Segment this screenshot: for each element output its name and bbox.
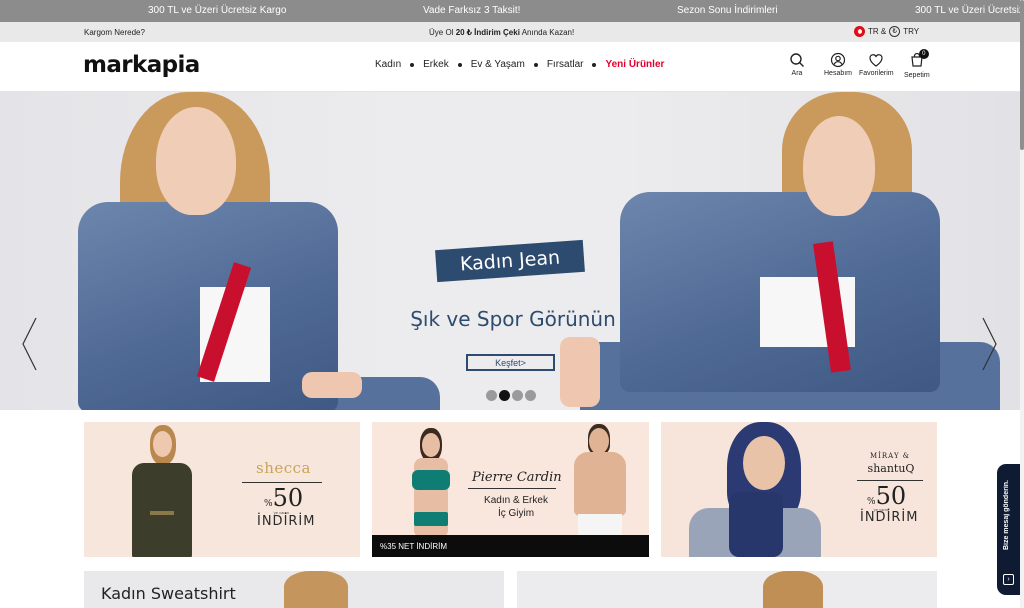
announcement-bar: 300 TL ve Üzeri Ücretsiz Kargo Vade Fark…: [0, 0, 1024, 22]
shecca-indirim-label: İNDİRİM: [257, 514, 316, 529]
miray-discount: %50: [867, 482, 906, 510]
slider-dot[interactable]: [525, 390, 536, 401]
sweatshirt-model-image: [284, 571, 348, 608]
feedback-label: Bize mesaj gönderin.: [1003, 480, 1010, 551]
miray-brand: MİRAY &: [869, 452, 911, 460]
slider-dot[interactable]: [486, 390, 497, 401]
favorites-button[interactable]: Favorilerim: [859, 52, 894, 77]
slider-pagination: [486, 390, 536, 401]
nav-item-firsatlar[interactable]: Fırsatlar: [547, 59, 584, 70]
hero-badge-text: Kadın Jean: [459, 246, 561, 276]
site-logo[interactable]: markapia: [83, 52, 200, 78]
lira-icon: ₺: [889, 26, 901, 37]
currency-label: TRY: [903, 27, 920, 36]
cart-count-badge: 0: [918, 49, 929, 59]
search-button[interactable]: Ara: [789, 52, 805, 77]
turkey-flag-icon: [854, 26, 865, 37]
divider: [468, 488, 556, 489]
cardin-discount-bar: %35 NET İNDİRİM: [372, 535, 649, 557]
hero-model-left-image: [70, 92, 450, 410]
nav-item-kadin[interactable]: Kadın: [375, 59, 401, 70]
slider-prev-arrow-icon[interactable]: [20, 316, 38, 372]
nav-separator: [410, 62, 415, 67]
shantuq-brand: shantuQ: [867, 462, 915, 475]
language-label: TR &: [868, 27, 887, 36]
pierre-cardin-promo-banner[interactable]: Pierre Cardin Kadın & Erkek İç Giyim %35…: [372, 422, 649, 557]
heart-icon: [869, 54, 883, 67]
nav-separator: [457, 62, 462, 67]
signup-promo[interactable]: Üye Ol 20 ₺ İndirim Çeki Anında Kazan!: [429, 28, 574, 37]
nav-item-ev-yasam[interactable]: Ev & Yaşam: [471, 59, 525, 70]
slider-dot[interactable]: [512, 390, 523, 401]
feedback-tab[interactable]: Bize mesaj gönderin. ›: [997, 464, 1020, 595]
miray-indirim-label: İNDİRİM: [860, 510, 919, 525]
shecca-discount-value: %: [264, 499, 273, 509]
search-label: Ara: [791, 70, 803, 77]
cardin-female-model-image: [400, 428, 462, 538]
miray-discount-value: %: [867, 497, 876, 507]
message-icon: ›: [1003, 574, 1014, 585]
miray-model-image: [689, 422, 821, 557]
language-currency-selector[interactable]: TR & ₺ TRY: [854, 26, 919, 37]
announcement-item: Sezon Sonu İndirimleri: [677, 5, 778, 16]
shecca-brand-logo: shecca: [256, 459, 311, 477]
favorites-label: Favorilerim: [859, 70, 894, 77]
slider-next-arrow-icon[interactable]: [981, 316, 999, 372]
hero-slider[interactable]: Kadın Jean Şık ve Spor Görünün Keşfet>: [0, 92, 1020, 410]
discount-number: 50: [272, 484, 304, 512]
page-scrollbar[interactable]: [1020, 0, 1024, 608]
divider: [242, 482, 322, 483]
utility-bar: Kargom Nerede? Üye Ol 20 ₺ İndirim Çeki …: [0, 22, 1020, 42]
pierre-cardin-logo: Pierre Cardin: [472, 470, 562, 485]
shecca-promo-banner[interactable]: shecca %50 'ye varan İNDİRİM: [84, 422, 360, 557]
cardin-male-model-image: [564, 424, 636, 540]
divider: [857, 480, 923, 481]
announcement-item: Vade Farksız 3 Taksit!: [423, 5, 521, 16]
cardin-line2: İç Giyim: [497, 508, 535, 519]
hero-model-right-image: [560, 92, 1000, 410]
site-header: markapia Kadın Erkek Ev & Yaşam Fırsatla…: [0, 42, 1020, 92]
cart-button[interactable]: 0 Sepetim: [904, 49, 930, 79]
nav-separator: [592, 62, 597, 67]
cart-label: Sepetim: [904, 72, 930, 79]
promo-prefix: Üye Ol: [429, 28, 454, 37]
discount-number: 50: [875, 482, 907, 510]
shecca-discount: %50: [264, 484, 303, 512]
category-card-right[interactable]: [517, 571, 937, 608]
shecca-model-image: [122, 425, 202, 557]
announcement-item: 300 TL ve Üzeri Ücretsiz Kargo: [148, 5, 287, 16]
track-order-link[interactable]: Kargom Nerede?: [84, 28, 145, 37]
slider-dot-active[interactable]: [499, 390, 510, 401]
account-button[interactable]: Hesabım: [824, 52, 852, 77]
cardin-description: Kadın & Erkek İç Giyim: [476, 494, 556, 520]
promo-suffix: Anında Kazan!: [521, 28, 575, 37]
cardin-line1: Kadın & Erkek: [484, 495, 548, 506]
search-icon: [790, 53, 804, 67]
explore-button[interactable]: Keşfet>: [466, 354, 555, 371]
promo-highlight: 20 ₺ İndirim Çeki: [455, 28, 520, 37]
category-model-image: [763, 571, 823, 608]
category-card-kadin-sweatshirt[interactable]: Kadın Sweatshirt: [84, 571, 504, 608]
announcement-item: 300 TL ve Üzeri Ücretsiz Kargo: [915, 5, 1024, 16]
scrollbar-thumb[interactable]: [1020, 0, 1024, 150]
category-title: Kadın Sweatshirt: [101, 584, 236, 603]
miray-shantuq-promo-banner[interactable]: MİRAY & shantuQ %50 'ye varan İNDİRİM: [661, 422, 937, 557]
account-label: Hesabım: [824, 70, 853, 77]
nav-separator: [533, 62, 538, 67]
nav-item-yeni-urunler[interactable]: Yeni Ürünler: [605, 59, 664, 70]
nav-item-erkek[interactable]: Erkek: [423, 59, 449, 70]
main-nav: Kadın Erkek Ev & Yaşam Fırsatlar Yeni Ür…: [375, 59, 664, 70]
user-icon: [830, 52, 846, 68]
